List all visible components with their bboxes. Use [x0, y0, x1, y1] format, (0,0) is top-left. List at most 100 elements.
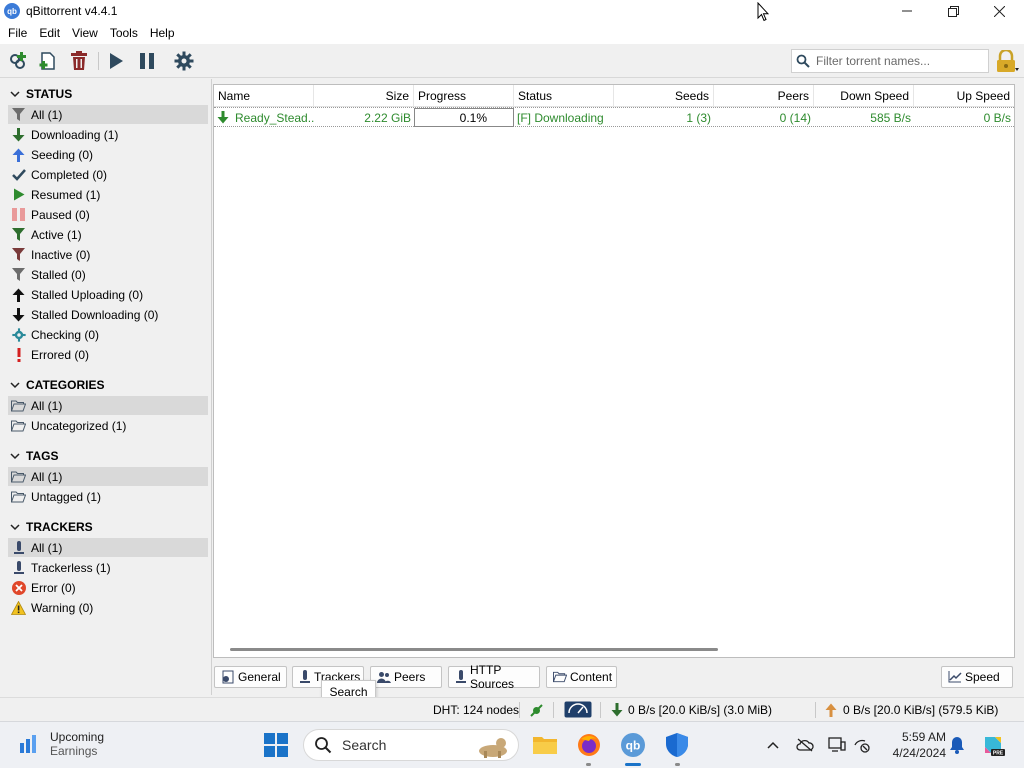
status-section-header[interactable]: STATUS [10, 85, 72, 103]
column-header-progress[interactable]: Progress [414, 85, 514, 107]
sidebar-item-label: All (1) [31, 469, 63, 484]
trackers-section-header[interactable]: TRACKERS [10, 518, 93, 536]
close-button[interactable] [976, 0, 1022, 22]
search-icon [796, 54, 810, 68]
column-header-down-speed[interactable]: Down Speed [814, 85, 914, 107]
tracker-item-warning[interactable]: Warning (0) [8, 598, 208, 617]
qbittorrent-taskbar-button[interactable]: qb [619, 731, 647, 759]
tab-label: Peers [394, 670, 426, 684]
network-tray-button[interactable] [852, 735, 872, 755]
status-item-resumed[interactable]: Resumed (1) [8, 185, 208, 204]
add-torrent-link-button[interactable] [6, 49, 30, 73]
column-header-size[interactable]: Size [314, 85, 414, 107]
tracker-item-error[interactable]: Error (0) [8, 578, 208, 597]
display-tray-button[interactable] [827, 735, 847, 755]
folder-open-icon [11, 469, 26, 484]
taskbar-search[interactable]: Search [303, 729, 519, 761]
tab-speed[interactable]: Speed [941, 666, 1013, 688]
column-header-peers[interactable]: Peers [714, 85, 814, 107]
minimize-button[interactable] [884, 0, 930, 22]
download-speed-status[interactable]: 0 B/s [20.0 KiB/s] (3.0 MiB) [628, 703, 772, 717]
status-item-stalled-uploading[interactable]: Stalled Uploading (0) [8, 285, 208, 304]
widgets-button[interactable]: Upcoming Earnings [18, 730, 104, 758]
filter-torrent-input[interactable] [816, 54, 981, 68]
tab-general[interactable]: General [214, 666, 287, 688]
active-app-indicator [625, 763, 641, 766]
options-button[interactable] [172, 49, 196, 73]
widget-title: Upcoming [50, 730, 105, 744]
taskbar-clock[interactable]: 5:59 AM 4/24/2024 [880, 729, 946, 761]
arrow-up-icon [11, 147, 26, 162]
column-header-status[interactable]: Status [514, 85, 614, 107]
section-title: STATUS [26, 87, 73, 101]
tracker-item-all[interactable]: All (1) [8, 538, 208, 557]
pause-button[interactable] [135, 49, 159, 73]
menu-view[interactable]: View [66, 26, 104, 40]
tab-peers[interactable]: Peers [370, 666, 442, 688]
menu-edit[interactable]: Edit [33, 26, 66, 40]
section-title: TAGS [26, 449, 59, 463]
svg-text:PRE: PRE [993, 751, 1004, 757]
start-button[interactable] [262, 731, 290, 759]
menu-bar: File Edit View Tools Help [0, 22, 1024, 44]
folder-icon [533, 737, 557, 754]
status-item-all[interactable]: All (1) [8, 105, 208, 124]
menu-tools[interactable]: Tools [104, 26, 144, 40]
menu-help[interactable]: Help [144, 26, 181, 40]
add-torrent-file-button[interactable] [36, 49, 60, 73]
status-item-stalled-downloading[interactable]: Stalled Downloading (0) [8, 305, 208, 324]
onedrive-tray-button[interactable] [795, 735, 815, 755]
menu-file[interactable]: File [2, 26, 33, 40]
chevron-down-icon [10, 453, 20, 460]
category-item-all[interactable]: All (1) [8, 396, 208, 415]
filter-search-box [791, 49, 989, 73]
delete-torrent-button[interactable] [67, 49, 91, 73]
categories-section-header[interactable]: CATEGORIES [10, 376, 104, 394]
column-header-up-speed[interactable]: Up Speed [914, 85, 1014, 107]
windows-logo-icon [264, 733, 288, 757]
category-item-uncategorized[interactable]: Uncategorized (1) [8, 416, 208, 435]
defender-button[interactable] [663, 731, 691, 759]
lock-button[interactable] [994, 48, 1020, 74]
resume-button[interactable] [104, 49, 128, 73]
file-explorer-button[interactable] [531, 731, 559, 759]
tags-section-header[interactable]: TAGS [10, 447, 58, 465]
column-header-name[interactable]: Name [214, 85, 314, 107]
show-hidden-icons-button[interactable] [763, 735, 783, 755]
section-title: TRACKERS [26, 520, 93, 534]
status-item-checking[interactable]: Checking (0) [8, 325, 208, 344]
qbittorrent-logo-icon: qb [621, 733, 645, 757]
restore-button[interactable] [930, 0, 976, 22]
connection-status-icon[interactable] [529, 703, 544, 718]
tag-item-untagged[interactable]: Untagged (1) [8, 487, 208, 506]
speed-limit-icon[interactable] [564, 701, 592, 718]
filter-icon [11, 107, 26, 122]
status-item-errored[interactable]: Errored (0) [8, 345, 208, 364]
tab-http-sources[interactable]: HTTP Sources [448, 663, 540, 691]
status-item-paused[interactable]: Paused (0) [8, 205, 208, 224]
status-item-inactive[interactable]: Inactive (0) [8, 245, 208, 264]
toolbar-separator [98, 52, 99, 70]
status-item-downloading[interactable]: Downloading (1) [8, 125, 208, 144]
tag-item-all[interactable]: All (1) [8, 467, 208, 486]
exclamation-icon [11, 347, 26, 362]
firefox-button[interactable] [575, 731, 603, 759]
tab-label: General [238, 670, 281, 684]
table-row[interactable]: Ready_Stead... 2.22 GiB 0.1% [F] Downloa… [214, 107, 1014, 127]
tracker-item-trackerless[interactable]: Trackerless (1) [8, 558, 208, 577]
statusbar-separator [553, 702, 554, 718]
bell-icon [950, 737, 964, 754]
copilot-button[interactable]: PRE [981, 733, 1005, 757]
column-header-seeds[interactable]: Seeds [614, 85, 714, 107]
status-item-active[interactable]: Active (1) [8, 225, 208, 244]
torrent-seeds: 1 (3) [686, 110, 711, 125]
status-item-completed[interactable]: Completed (0) [8, 165, 208, 184]
status-item-stalled[interactable]: Stalled (0) [8, 265, 208, 284]
tab-content[interactable]: Content [546, 666, 617, 688]
status-item-seeding[interactable]: Seeding (0) [8, 145, 208, 164]
notifications-button[interactable] [947, 735, 967, 755]
torrent-progress: 0.1% [414, 108, 514, 127]
upload-speed-status[interactable]: 0 B/s [20.0 KiB/s] (579.5 KiB) [843, 703, 998, 717]
horizontal-scrollbar[interactable] [230, 648, 718, 651]
stock-chart-icon [20, 735, 36, 753]
